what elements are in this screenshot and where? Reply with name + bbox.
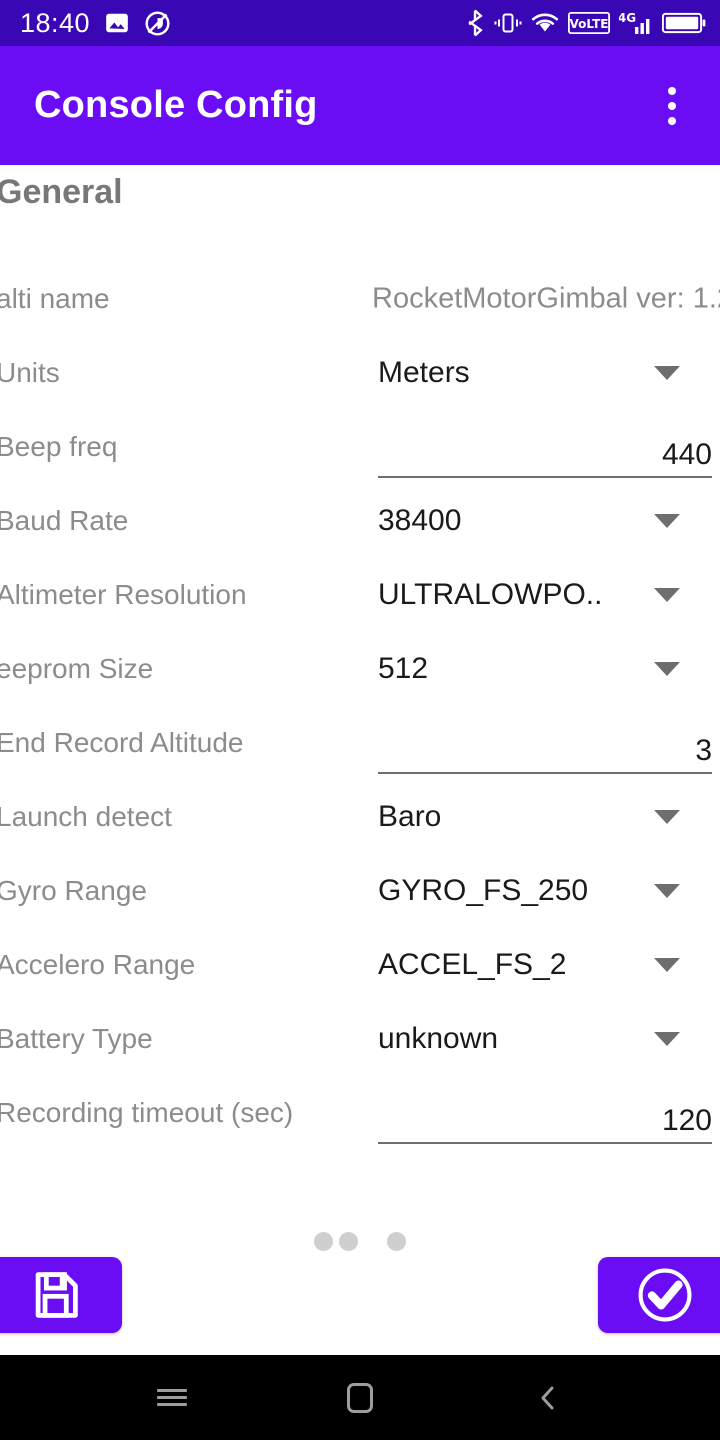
settings-row: Units Meters bbox=[0, 336, 720, 410]
check-circle-icon bbox=[638, 1268, 692, 1322]
settings-row: alti name RocketMotorGimbal ver: 1.2 bbox=[0, 262, 720, 336]
settings-row: Recording timeout (sec) 120 bbox=[0, 1076, 720, 1150]
page-dot[interactable] bbox=[339, 1232, 358, 1251]
system-nav-bar bbox=[0, 1355, 720, 1440]
chevron-down-icon bbox=[654, 662, 680, 676]
setting-dropdown[interactable]: 38400 bbox=[378, 491, 712, 551]
overflow-menu-icon[interactable] bbox=[648, 75, 696, 137]
dropdown-value: unknown bbox=[378, 1022, 499, 1055]
setting-dropdown[interactable]: Meters bbox=[378, 343, 712, 403]
image-icon bbox=[106, 13, 128, 33]
dropdown-value: 512 bbox=[378, 652, 429, 685]
page-dot[interactable] bbox=[387, 1232, 406, 1251]
battery-icon bbox=[662, 12, 706, 34]
dropdown-value: Meters bbox=[378, 356, 470, 389]
4g-signal-icon: 4G bbox=[619, 11, 650, 34]
chevron-down-icon bbox=[654, 958, 680, 972]
setting-label: Battery Type bbox=[0, 1023, 153, 1054]
setting-label: Units bbox=[0, 357, 60, 388]
settings-row: End Record Altitude 3 bbox=[0, 706, 720, 780]
back-icon[interactable] bbox=[515, 1365, 581, 1431]
phone-screen: 18:40 VoLTE 4G Console Config General al… bbox=[0, 0, 720, 1440]
app-bar: Console Config bbox=[0, 46, 720, 165]
screenshot-capture-icon bbox=[145, 10, 170, 36]
wifi-icon bbox=[531, 13, 559, 32]
chevron-down-icon bbox=[654, 884, 680, 898]
save-button[interactable] bbox=[0, 1257, 122, 1333]
dropdown-value: ULTRALOWPO.. bbox=[378, 578, 603, 611]
setting-label: Baud Rate bbox=[0, 505, 129, 536]
chevron-down-icon bbox=[654, 1032, 680, 1046]
settings-row: Beep freq 440 bbox=[0, 410, 720, 484]
page-title: Console Config bbox=[34, 84, 318, 126]
setting-label: alti name bbox=[0, 283, 110, 314]
svg-text:4G: 4G bbox=[619, 11, 636, 25]
setting-input[interactable]: 440 bbox=[378, 416, 712, 478]
settings-content: General alti name RocketMotorGimbal ver: … bbox=[0, 165, 720, 1355]
status-bar: 18:40 VoLTE 4G bbox=[0, 0, 720, 46]
setting-input[interactable]: 3 bbox=[378, 712, 712, 774]
setting-dropdown[interactable]: unknown bbox=[378, 1009, 712, 1069]
recents-icon[interactable] bbox=[139, 1365, 205, 1431]
setting-label: Recording timeout (sec) bbox=[0, 1097, 294, 1128]
page-dot[interactable] bbox=[314, 1232, 333, 1251]
setting-dropdown[interactable]: ACCEL_FS_2 bbox=[378, 935, 712, 995]
volte-icon: VoLTE bbox=[568, 12, 610, 34]
setting-input[interactable]: 120 bbox=[378, 1082, 712, 1144]
input-value: 120 bbox=[661, 1104, 712, 1137]
setting-dropdown[interactable]: ULTRALOWPO.. bbox=[378, 565, 712, 625]
dropdown-value: ACCEL_FS_2 bbox=[378, 948, 567, 981]
vibrate-icon bbox=[494, 13, 522, 33]
settings-row: eeprom Size 512 bbox=[0, 632, 720, 706]
setting-dropdown[interactable]: Baro bbox=[378, 787, 712, 847]
confirm-button[interactable] bbox=[598, 1257, 720, 1333]
setting-label: Gyro Range bbox=[0, 875, 147, 906]
home-icon[interactable] bbox=[327, 1365, 393, 1431]
setting-label: eeprom Size bbox=[0, 653, 154, 684]
setting-value-text: RocketMotorGimbal ver: 1.2 bbox=[372, 282, 720, 315]
settings-row: Baud Rate 38400 bbox=[0, 484, 720, 558]
floppy-disk-save-icon bbox=[35, 1272, 78, 1318]
chevron-down-icon bbox=[654, 588, 680, 602]
settings-row: Gyro Range GYRO_FS_250 bbox=[0, 854, 720, 928]
setting-label: Launch detect bbox=[0, 801, 172, 832]
setting-label: Altimeter Resolution bbox=[0, 579, 247, 610]
input-value: 3 bbox=[695, 734, 712, 767]
svg-text:VoLTE: VoLTE bbox=[570, 17, 609, 31]
status-bar-right: VoLTE 4G bbox=[465, 9, 706, 37]
setting-label: Beep freq bbox=[0, 431, 118, 462]
input-value: 440 bbox=[661, 438, 712, 471]
status-bar-left: 18:40 bbox=[20, 7, 171, 38]
section-title: General bbox=[0, 173, 123, 211]
chevron-down-icon bbox=[654, 810, 680, 824]
settings-row: Accelero Range ACCEL_FS_2 bbox=[0, 928, 720, 1002]
bluetooth-icon bbox=[468, 9, 483, 37]
settings-row: Altimeter Resolution ULTRALOWPO.. bbox=[0, 558, 720, 632]
settings-rows: alti name RocketMotorGimbal ver: 1.2 Units… bbox=[0, 262, 720, 1150]
setting-dropdown[interactable]: GYRO_FS_250 bbox=[378, 861, 712, 921]
dropdown-value: Baro bbox=[378, 800, 442, 833]
chevron-down-icon bbox=[654, 366, 680, 380]
dropdown-value: GYRO_FS_250 bbox=[378, 874, 589, 907]
chevron-down-icon bbox=[654, 514, 680, 528]
setting-label: Accelero Range bbox=[0, 949, 196, 980]
status-bar-clock: 18:40 bbox=[20, 7, 91, 38]
settings-row: Battery Type unknown bbox=[0, 1002, 720, 1076]
dropdown-value: 38400 bbox=[378, 504, 462, 537]
setting-dropdown[interactable]: 512 bbox=[378, 639, 712, 699]
settings-row: Launch detect Baro bbox=[0, 780, 720, 854]
setting-label: End Record Altitude bbox=[0, 727, 244, 758]
page-indicator[interactable] bbox=[0, 1232, 720, 1251]
